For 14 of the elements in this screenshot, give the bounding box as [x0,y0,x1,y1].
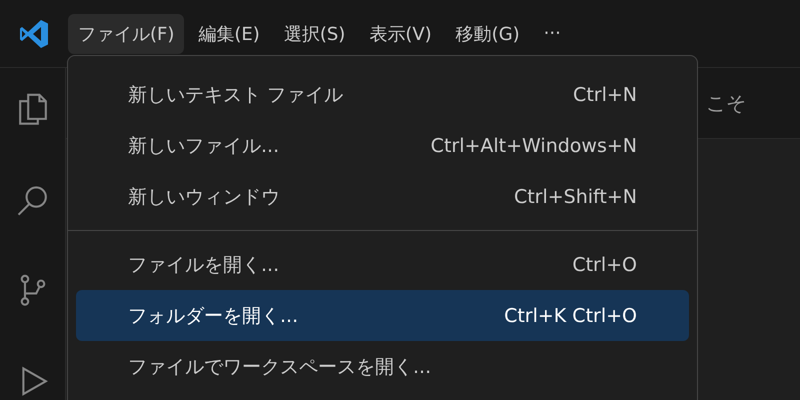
menu-bar-item[interactable]: 選択(S) [274,14,356,54]
app-logo-icon [18,18,50,50]
menu-bar-item[interactable]: ファイル(F) [68,14,184,54]
menu-bar-item[interactable]: 表示(V) [359,14,442,54]
menu-item[interactable]: 新しいファイル... Ctrl+Alt+Windows+N [76,120,689,171]
editor-tab[interactable]: こそ [706,90,746,116]
menu-bar-item[interactable]: ··· [534,15,571,52]
menu-bar-item[interactable]: 移動(G) [446,14,530,54]
menu-item[interactable]: 新しいウィンドウ Ctrl+Shift+N [76,171,689,222]
menu-item[interactable]: 新しいテキスト ファイル Ctrl+N [76,69,689,120]
menu-bar-item[interactable]: 編集(E) [188,14,270,54]
menu-item[interactable]: ファイルを開く... Ctrl+O [76,239,689,290]
menu-item[interactable]: フォルダーを開く... Ctrl+K Ctrl+O [76,290,689,341]
menu-item[interactable]: ファイルでワークスペースを開く... [76,341,689,392]
